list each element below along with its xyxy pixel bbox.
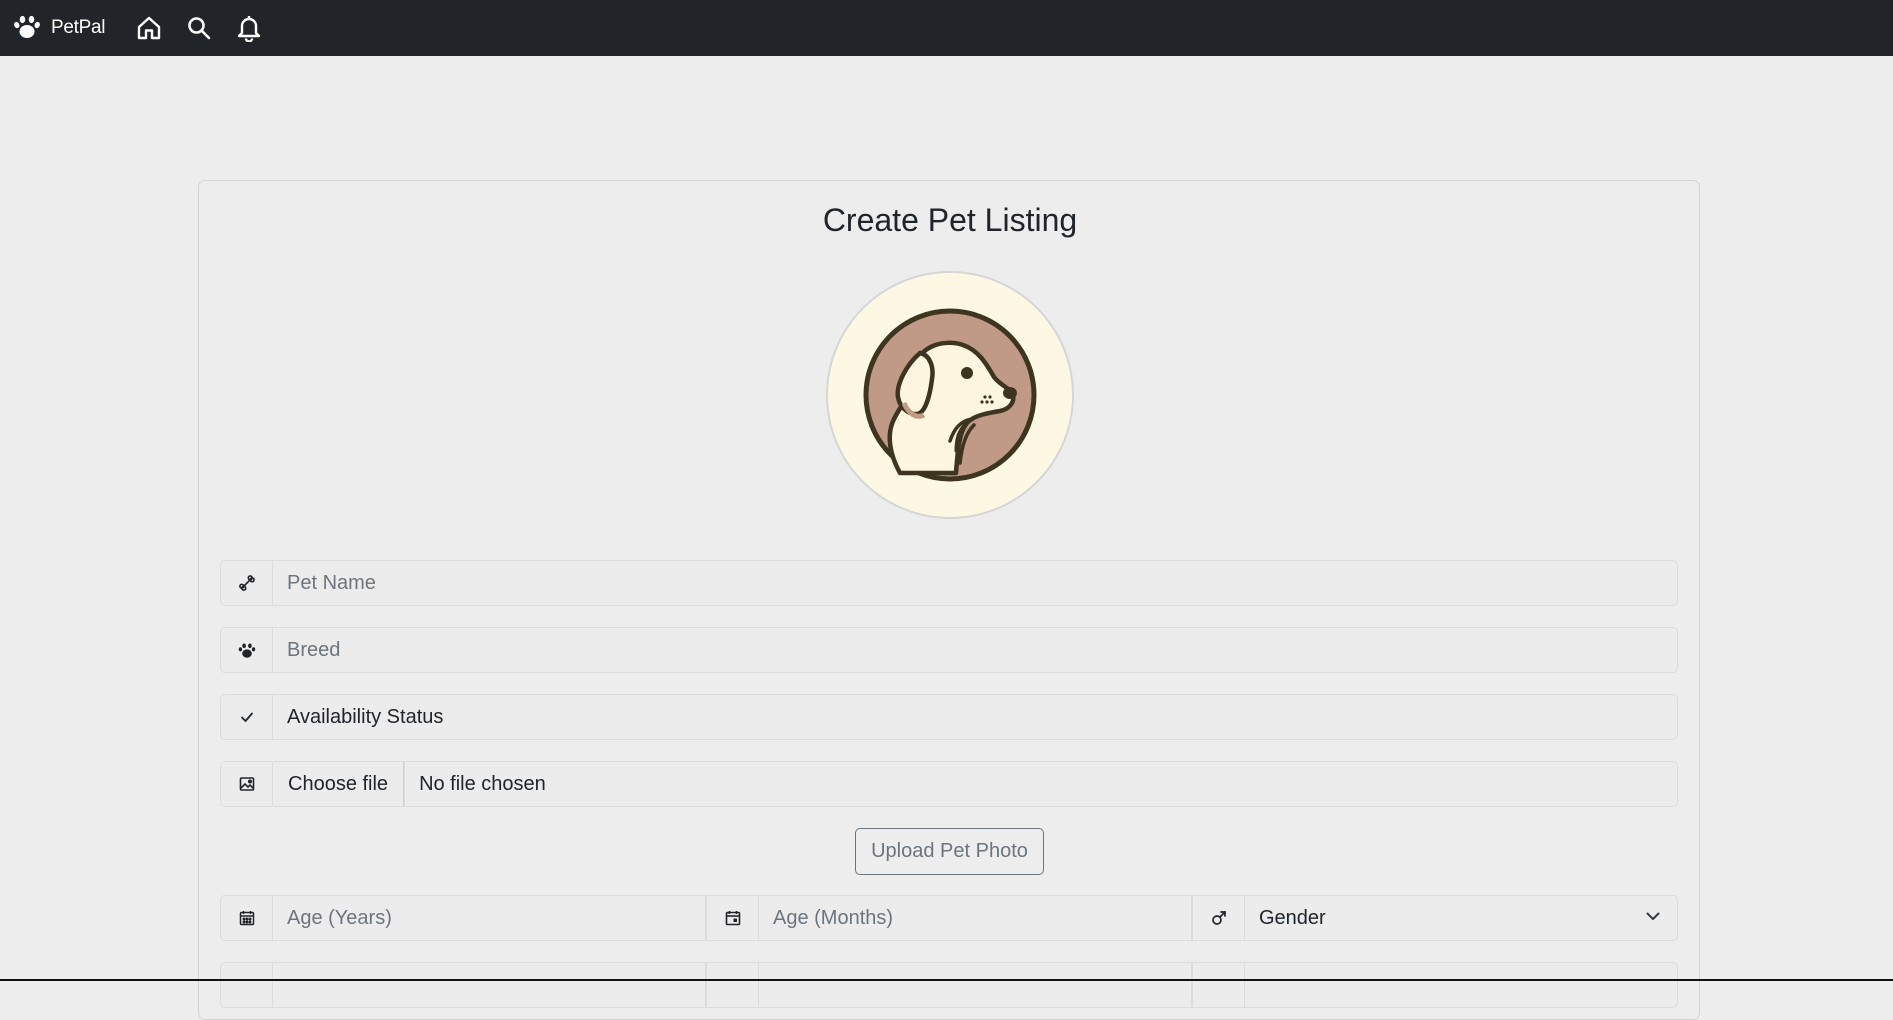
weight-icon xyxy=(1192,962,1244,1008)
brand-name: PetPal xyxy=(51,17,106,38)
paw-icon xyxy=(220,627,272,673)
pet-name-input[interactable]: Pet Name xyxy=(272,560,1678,606)
calendar-event-icon xyxy=(706,895,758,941)
age-months-group: Age (Months) xyxy=(706,895,1192,941)
height-group xyxy=(220,962,706,1008)
file-group: Choose file No file chosen xyxy=(220,761,1678,807)
file-status-text: No file chosen xyxy=(404,761,1678,807)
page-title: Create Pet Listing xyxy=(822,202,1078,238)
upload-photo-button[interactable]: Upload Pet Photo xyxy=(855,828,1044,875)
choose-file-button[interactable]: Choose file xyxy=(272,761,405,807)
check-icon xyxy=(220,694,272,740)
top-navbar: PetPal xyxy=(0,0,1893,56)
bone-icon xyxy=(220,560,272,606)
weight-group xyxy=(1192,962,1678,1008)
ruler-horizontal-icon xyxy=(706,962,758,1008)
image-icon xyxy=(220,761,272,807)
height-input[interactable] xyxy=(272,962,706,1008)
length-group xyxy=(706,962,1192,1008)
gender-group: Gender xyxy=(1192,895,1678,941)
gender-select[interactable]: Gender xyxy=(1244,895,1678,941)
age-years-input[interactable]: Age (Years) xyxy=(272,895,706,941)
length-input[interactable] xyxy=(758,962,1192,1008)
age-years-group: Age (Years) xyxy=(220,895,706,941)
gender-male-icon xyxy=(1192,895,1244,941)
pet-avatar-image[interactable] xyxy=(826,271,1074,519)
availability-group: Availability Status xyxy=(220,694,1678,740)
bell-icon[interactable] xyxy=(234,13,264,43)
gender-select-value: Gender xyxy=(1259,906,1326,929)
paw-icon xyxy=(13,12,41,45)
ruler-icon xyxy=(220,962,272,1008)
dog-illustration-icon xyxy=(863,308,1037,482)
brand-link[interactable]: PetPal xyxy=(13,12,105,45)
age-months-input[interactable]: Age (Months) xyxy=(758,895,1192,941)
chevron-down-icon xyxy=(1645,907,1661,930)
search-icon[interactable] xyxy=(184,13,214,43)
home-icon[interactable] xyxy=(134,13,164,43)
availability-status-select[interactable]: Availability Status xyxy=(272,694,1678,740)
weight-input[interactable] xyxy=(1244,962,1678,1008)
measurements-row xyxy=(220,962,1678,1008)
breed-group: Breed xyxy=(220,627,1678,673)
create-pet-card: Create Pet Listing Pet Name Breed Availa… xyxy=(198,180,1700,1020)
pet-name-group: Pet Name xyxy=(220,560,1678,606)
breed-input[interactable]: Breed xyxy=(272,627,1678,673)
age-gender-row: Age (Years) Age (Months) Gender xyxy=(220,895,1678,941)
calendar-icon xyxy=(220,895,272,941)
